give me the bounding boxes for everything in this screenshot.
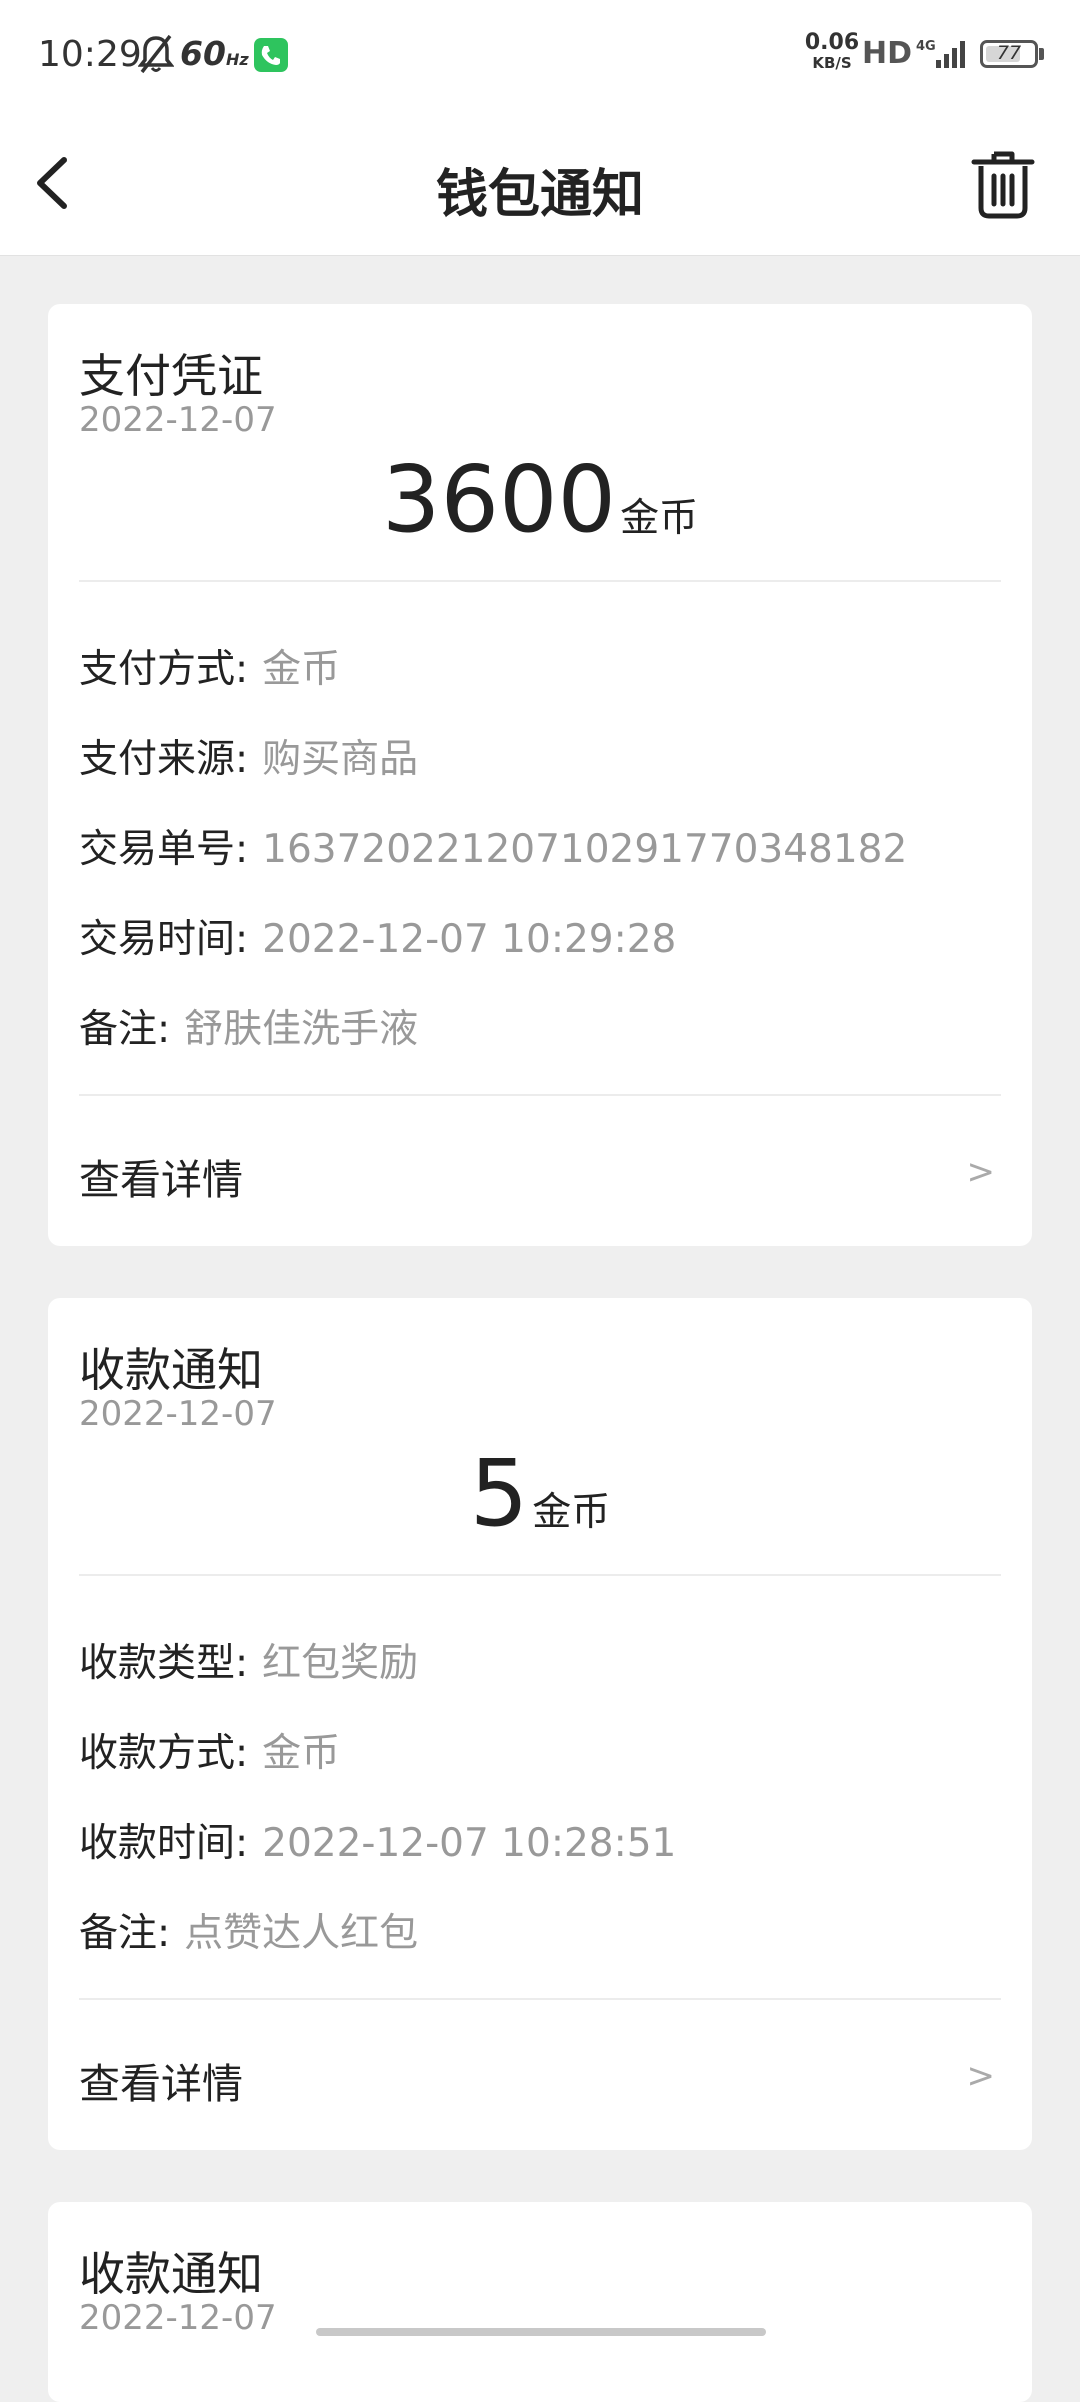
refresh-rate-unit: Hz [225,50,249,69]
view-details-link[interactable]: 查看详情 > [79,1132,1001,1212]
payment-voucher-card: 支付凭证 2022-12-07 3600 金币 支付方式: 金币 支付来源: 购买商品… [48,304,1032,1246]
mute-bell-icon [138,34,174,74]
detail-row-remark: 备注: 舒肤佳洗手液 [79,998,418,1058]
receipt-notice-card: 收款通知 2022-12-07 5 金币 收款类型: 红包奖励 收款方式: 金币 收款… [48,1298,1032,2150]
detail-label: 支付来源: [79,737,249,782]
detail-value: 1637202212071029177034818​2 [262,827,908,872]
detail-value: 2022-12-07 10:28:51 [262,1821,677,1866]
network-speed: 0.06 KB/S [802,32,862,71]
amount-unit: 金币 [532,1490,611,1535]
card-title: 收款通知 [79,1343,263,1397]
card-title: 收款通知 [79,2247,263,2301]
delete-button[interactable] [970,148,1036,220]
detail-label: 收款时间: [79,1821,249,1866]
detail-row-transaction-no: 交易单号: 1637202212071029177034818​2 [79,818,907,878]
detail-label: 备注: [79,1911,171,1956]
amount: 3600 金币 [48,446,1032,553]
phone-call-icon [254,38,288,72]
detail-label: 备注: [79,1007,171,1052]
detail-value: 红包奖励 [262,1641,419,1686]
detail-label: 收款方式: [79,1731,249,1776]
card-title: 支付凭证 [79,349,263,403]
signal-icon: 4G [916,39,965,68]
divider [79,1094,1001,1096]
battery-icon: 77 [980,40,1038,68]
amount: 5 金币 [48,1440,1032,1547]
detail-label: 支付方式: [79,647,249,692]
detail-row-receipt-method: 收款方式: 金币 [79,1722,340,1782]
detail-label: 交易时间: [79,917,249,962]
detail-value: 金币 [262,647,341,692]
detail-label: 交易单号: [79,827,249,872]
chevron-right-icon: > [966,1152,996,1192]
detail-value: 点赞达人红包 [184,1911,419,1956]
network-type: 4G [916,39,936,54]
amount-value: 5 [469,1440,529,1547]
refresh-rate-value: 60 [180,34,226,73]
detail-row-payment-source: 支付来源: 购买商品 [79,728,418,788]
detail-row-receipt-type: 收款类型: 红包奖励 [79,1632,418,1692]
amount-unit: 金币 [620,496,699,541]
page-title: 钱包通知 [435,165,644,225]
network-speed-unit: KB/S [812,54,852,72]
refresh-rate: 60Hz [180,34,249,73]
detail-row-receipt-time: 收款时间: 2022-12-07 10:28:51 [79,1812,676,1872]
app-header: 钱包通知 [0,110,1080,256]
detail-row-remark: 备注: 点赞达人红包 [79,1902,418,1962]
chevron-right-icon: > [966,2056,996,2096]
amount-value: 3600 [381,446,617,553]
status-bar: 10:29 60Hz 0.06 KB/S HD 4G 77 [0,0,1080,110]
detail-label: 收款类型: [79,1641,249,1686]
status-time: 10:29 [38,34,142,75]
receipt-notice-card: 收款通知 2022-12-07 [48,2202,1032,2402]
card-date: 2022-12-07 [79,400,277,440]
detail-value: 舒肤佳洗手液 [184,1007,419,1052]
trash-icon [971,151,1035,219]
view-details-label: 查看详情 [79,1156,243,1204]
divider [79,580,1001,582]
detail-value: 购买商品 [262,737,419,782]
detail-row-payment-method: 支付方式: 金币 [79,638,340,698]
detail-value: 金币 [262,1731,341,1776]
view-details-link[interactable]: 查看详情 > [79,2036,1001,2116]
detail-row-transaction-time: 交易时间: 2022-12-07 10:29:28 [79,908,676,968]
divider [79,1998,1001,2000]
divider [79,1574,1001,1576]
home-indicator[interactable] [316,2328,766,2336]
view-details-label: 查看详情 [79,2060,243,2108]
battery-level: 77 [996,42,1022,64]
detail-value: 2022-12-07 10:29:28 [262,917,677,962]
card-date: 2022-12-07 [79,2298,277,2338]
card-date: 2022-12-07 [79,1394,277,1434]
battery-tip [1039,48,1044,60]
hd-indicator: HD [862,36,913,71]
network-speed-value: 0.06 [804,30,860,55]
